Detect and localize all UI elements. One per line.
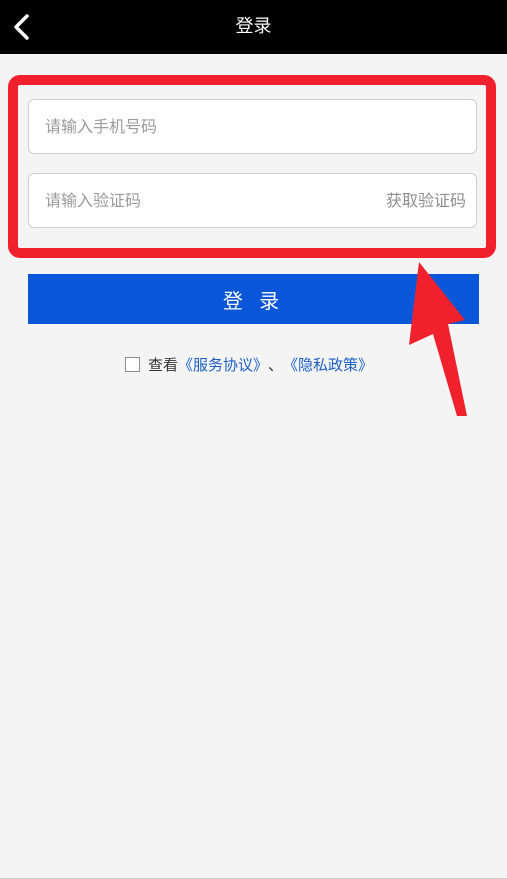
get-code-button[interactable]: 获取验证码 [386,174,466,227]
agreement-checkbox[interactable] [125,356,140,372]
privacy-policy-link[interactable]: 《隐私政策》 [283,354,373,375]
service-agreement-link[interactable]: 《服务协议》 [178,354,268,375]
verification-code-input[interactable] [45,174,345,227]
phone-field-container [28,99,477,154]
phone-input[interactable] [45,100,465,153]
back-button[interactable] [0,0,50,54]
agreement-row: 查看 《服务协议》 、 《隐私政策》 [125,353,373,375]
agreement-separator: 、 [268,355,284,374]
login-button[interactable]: 登 录 [28,274,479,324]
chevron-left-icon [14,14,29,40]
code-field-container: 获取验证码 [28,173,477,228]
app-header: 登录 [0,0,507,54]
agreement-prefix: 查看 [148,355,179,374]
page-title: 登录 [235,16,272,37]
